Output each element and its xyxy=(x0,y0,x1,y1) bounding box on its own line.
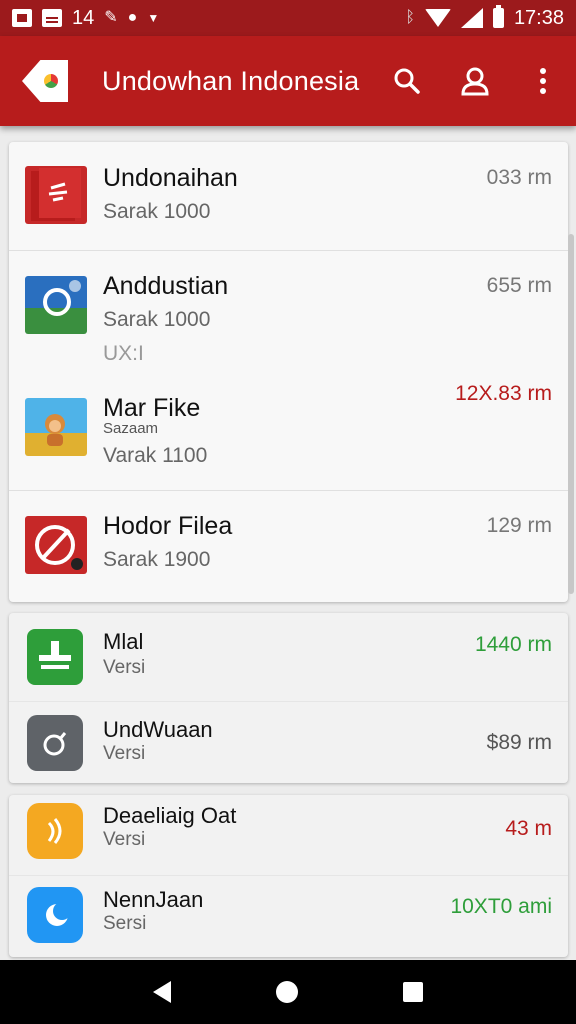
item-size: 129 rm xyxy=(486,514,552,537)
back-icon[interactable] xyxy=(152,981,171,1003)
bird-notification-icon: ✎ xyxy=(104,9,118,26)
pdf-notification-icon xyxy=(12,9,32,27)
item-size: 655 rm xyxy=(486,274,552,297)
item-title: Mlal xyxy=(103,629,144,654)
status-time: 17:38 xyxy=(513,6,564,29)
green-tool-icon xyxy=(27,629,83,685)
item-title: NennJaan xyxy=(103,887,204,912)
list-item[interactable]: Deaeliaig Oat Versi 43 m xyxy=(9,795,568,875)
status-bar: 14 ✎ ● ▼ ᛒ 17:38 xyxy=(0,0,576,36)
orange-wave-icon xyxy=(27,803,83,859)
file-group-card: Undonaihan Sarak 1000 033 rm Anddustian … xyxy=(9,142,568,602)
home-icon[interactable] xyxy=(275,981,298,1003)
item-subtitle: Sarak 1000 xyxy=(103,200,211,223)
item-title: Undonaihan xyxy=(103,164,238,192)
list-item[interactable]: Undonaihan Sarak 1000 033 rm xyxy=(9,142,568,250)
item-subtitle: Versi xyxy=(103,829,146,850)
list-item[interactable]: Hodor Filea Sarak 1900 129 rm xyxy=(9,490,568,602)
account-icon[interactable] xyxy=(460,66,490,96)
item-subtitle: Sarak 1900 xyxy=(103,548,211,571)
app-group-card: Mlal Versi 1440 rm UndWuaan Versi $89 rm xyxy=(9,613,568,783)
search-icon[interactable] xyxy=(392,66,422,96)
app-bar: Undowhan Indonesia xyxy=(0,36,576,126)
news-notification-icon xyxy=(42,9,62,27)
item-size: 12X.83 rm xyxy=(455,382,552,405)
red-document-icon xyxy=(25,166,87,224)
cartoon-monkey-icon xyxy=(25,398,87,456)
item-note: Sazaam xyxy=(103,420,159,437)
scrollbar[interactable] xyxy=(568,234,574,594)
item-size: 1440 rm xyxy=(474,633,552,656)
navigation-bar xyxy=(0,960,576,1024)
item-subtitle: Versi xyxy=(103,743,146,764)
list-item[interactable]: Mlal Versi 1440 rm xyxy=(9,613,568,701)
item-size: 10XT0 ami xyxy=(450,895,552,918)
red-no-sign-icon xyxy=(25,516,87,574)
item-size: 033 rm xyxy=(486,166,552,189)
item-title: UndWuaan xyxy=(103,717,213,742)
item-title: Anddustian xyxy=(103,272,229,300)
item-extra: UX:I xyxy=(103,342,144,365)
item-title: Mar Fike xyxy=(103,394,201,422)
recents-icon[interactable] xyxy=(403,982,424,1002)
blue-moon-icon xyxy=(27,887,83,943)
status-left-text: 14 xyxy=(72,6,95,29)
cloud-notification-icon: ● xyxy=(127,9,138,26)
item-subtitle: Versi xyxy=(103,657,146,678)
app-title: Undowhan Indonesia xyxy=(102,65,360,96)
item-title: Hodor Filea xyxy=(103,512,233,540)
blue-landscape-icon xyxy=(25,276,87,334)
item-subtitle: Sarak 1000 xyxy=(103,308,211,331)
item-subtitle: Sersi xyxy=(103,913,147,934)
battery-icon xyxy=(492,5,504,28)
wifi-icon xyxy=(424,9,451,27)
item-subtitle: Varak 1100 xyxy=(103,444,208,467)
item-size: 43 m xyxy=(505,817,552,840)
signal-icon xyxy=(460,8,483,28)
bluetooth-icon: ᛒ xyxy=(405,9,415,26)
app-logo-icon[interactable] xyxy=(22,60,68,102)
list-item[interactable]: Anddustian Sarak 1000 UX:I 655 rm xyxy=(9,250,568,370)
list-item[interactable]: NennJaan Sersi 10XT0 ami xyxy=(9,875,568,957)
item-size: $89 rm xyxy=(486,731,552,754)
item-title: Deaeliaig Oat xyxy=(103,803,237,828)
caret-down-icon: ▼ xyxy=(147,11,160,25)
gray-settings-icon xyxy=(27,715,83,771)
list-item[interactable]: Mar Fike Sazaam Varak 1100 12X.83 rm xyxy=(9,370,568,490)
more-vert-icon[interactable] xyxy=(528,66,558,96)
app-group-card: Deaeliaig Oat Versi 43 m NennJaan Sersi … xyxy=(9,795,568,957)
list-item[interactable]: UndWuaan Versi $89 rm xyxy=(9,701,568,783)
